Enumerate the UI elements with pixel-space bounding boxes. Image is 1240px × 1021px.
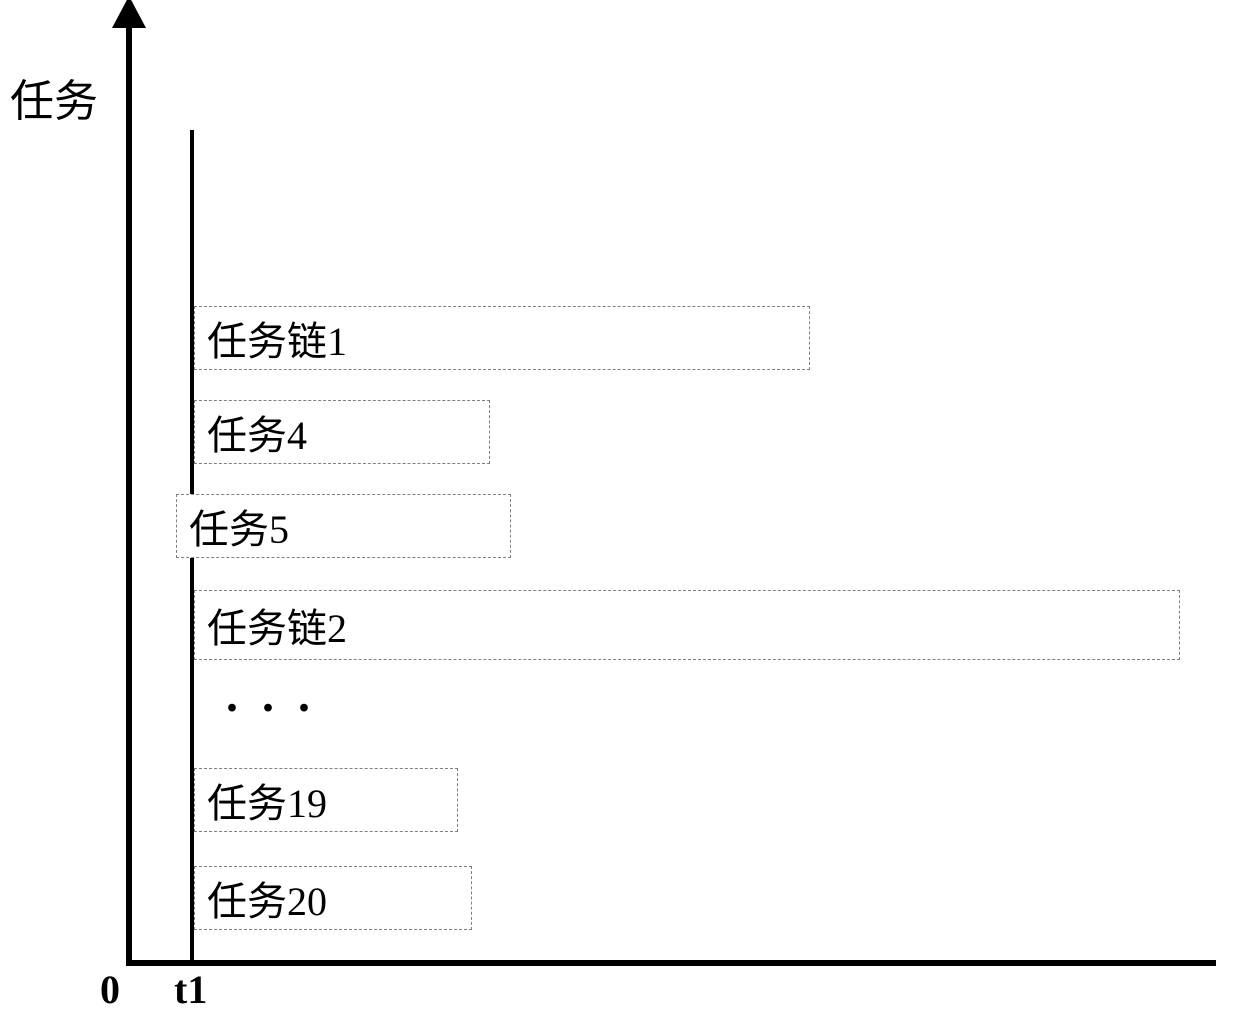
ellipsis-icon: . . . xyxy=(226,668,316,723)
bar-task-20: 任务20 xyxy=(194,866,472,930)
bar-task-chain-1: 任务链1 xyxy=(194,306,810,370)
bar-label: 任务链1 xyxy=(207,309,347,367)
x-axis-line xyxy=(126,960,1216,966)
bar-label: 任务5 xyxy=(189,497,289,555)
y-axis-label: 任务 xyxy=(10,65,98,129)
bar-label: 任务4 xyxy=(207,403,307,461)
bar-task-chain-2: 任务链2 xyxy=(194,590,1180,660)
bar-task-5: 任务5 xyxy=(176,494,511,558)
x-tick-t1: t1 xyxy=(174,966,207,1013)
bar-label: 任务链2 xyxy=(207,596,347,654)
bar-label: 任务19 xyxy=(207,771,327,829)
bar-task-4: 任务4 xyxy=(194,400,490,464)
y-axis-line xyxy=(126,20,132,965)
bar-task-19: 任务19 xyxy=(194,768,458,832)
bar-label: 任务20 xyxy=(207,869,327,927)
chart-stage: 任务 0 t1 任务链1 任务4 任务5 任务链2 . . . 任务19 任务2… xyxy=(0,0,1240,1021)
x-tick-origin: 0 xyxy=(100,966,120,1013)
